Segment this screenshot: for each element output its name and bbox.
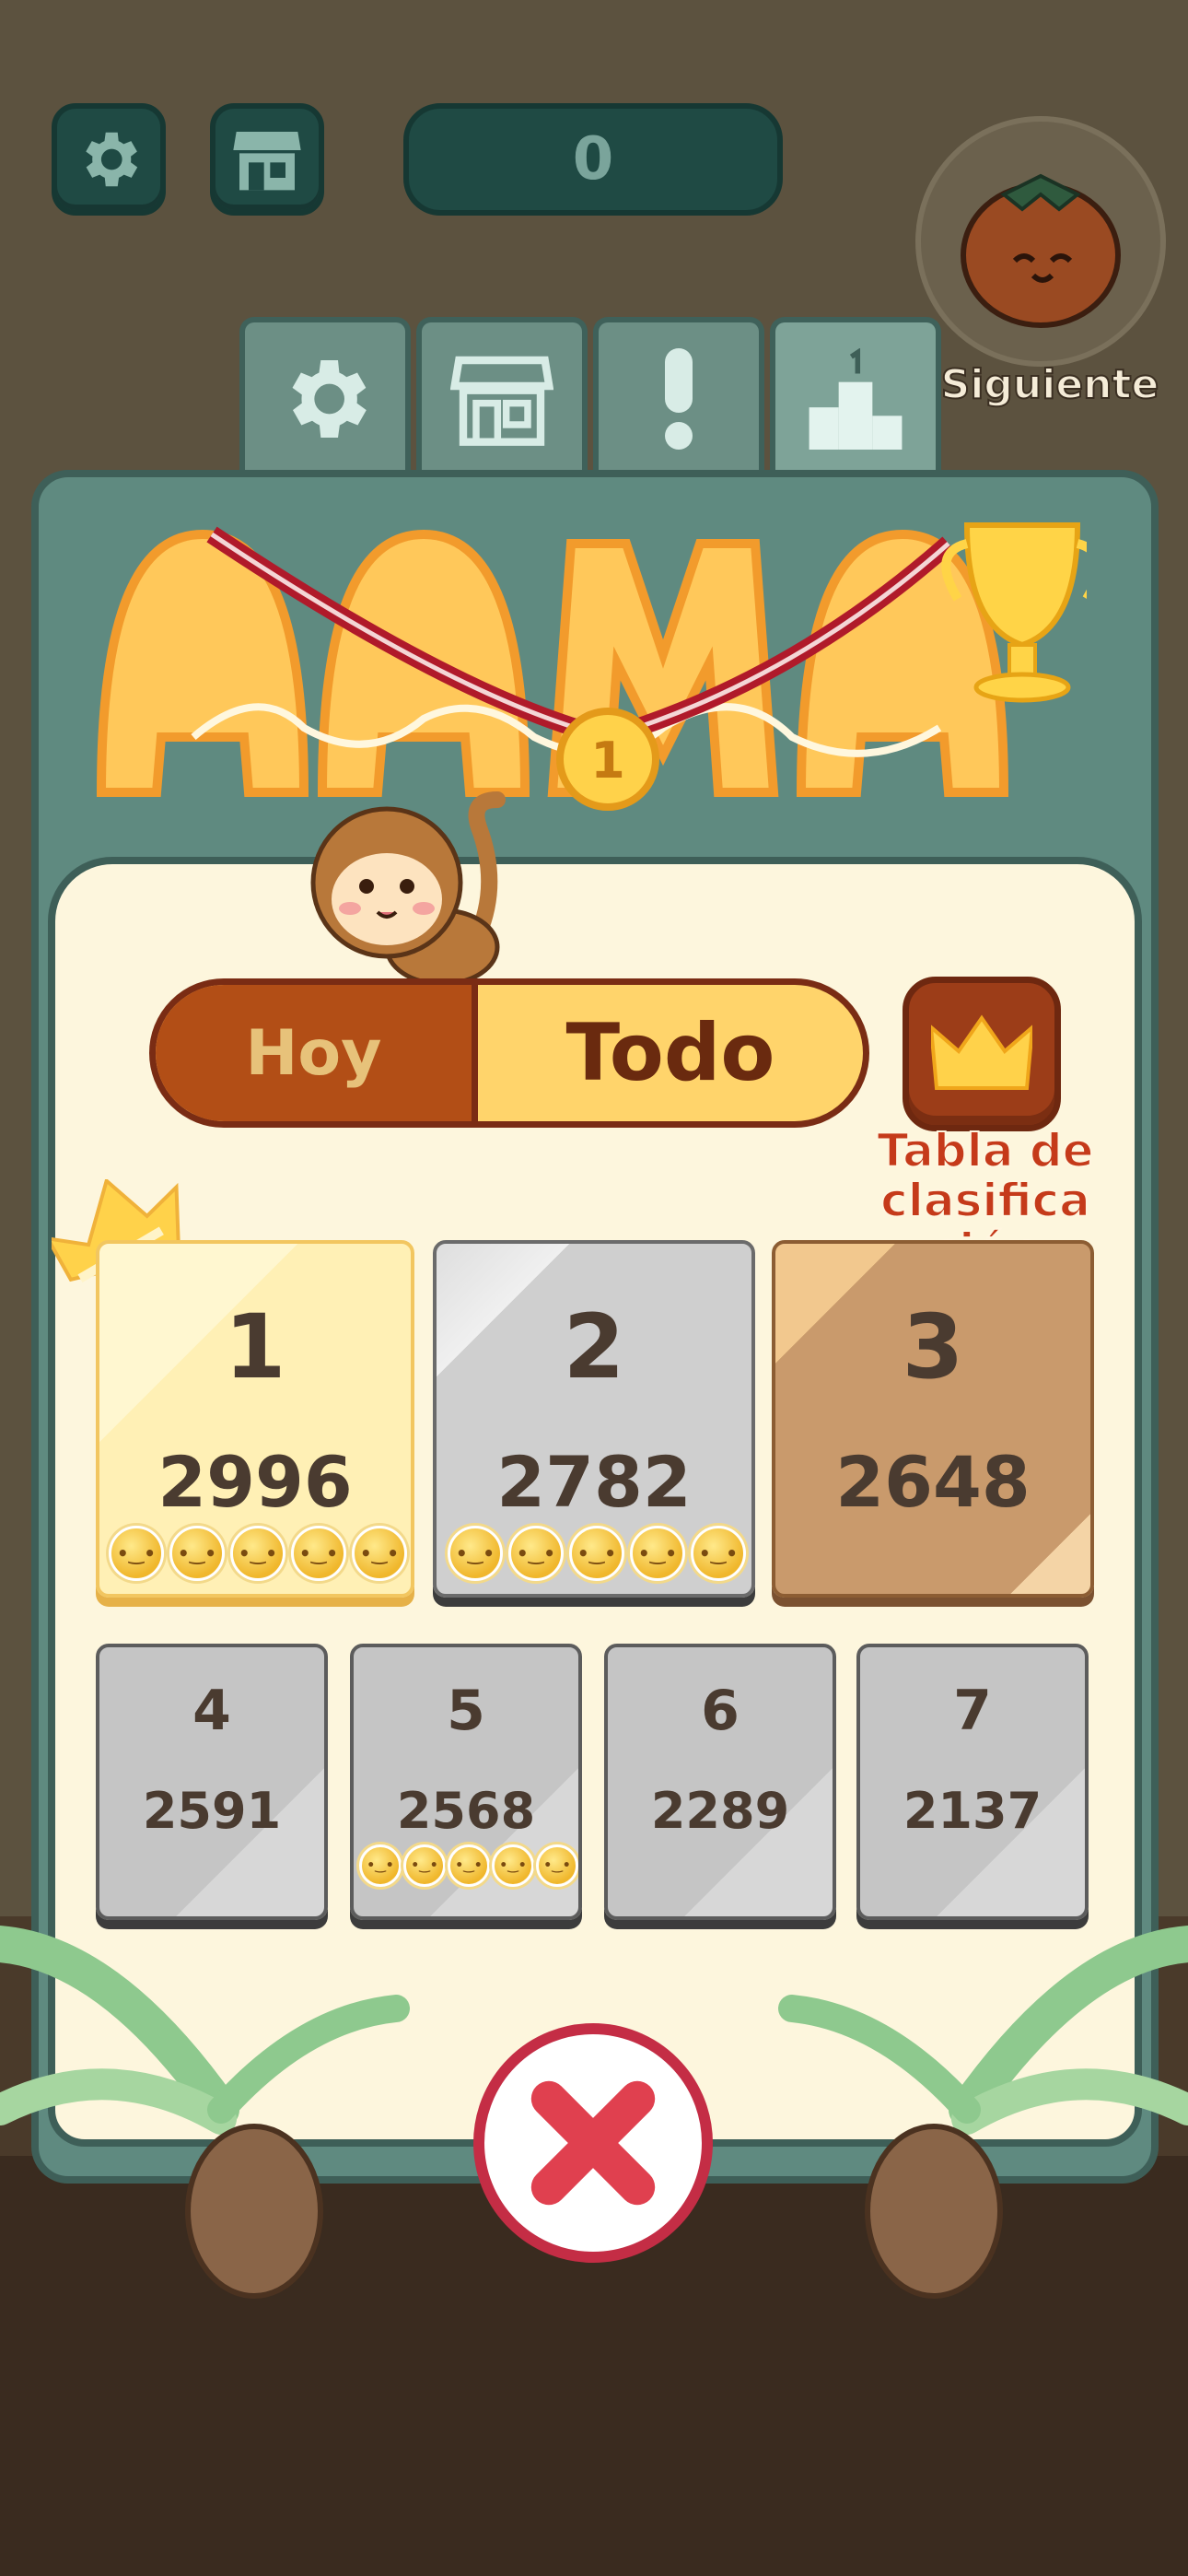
fruit-medal-icon: •‿• [569,1526,624,1581]
rank-score: 2137 [903,1782,1042,1840]
rank-score: 2568 [396,1782,536,1840]
rank-score: 2591 [142,1782,282,1840]
score-display: 0 [403,103,783,216]
next-fruit-preview [915,116,1166,367]
gear-icon [292,360,367,438]
podium-icon [809,348,903,450]
rank-number: 4 [192,1679,231,1743]
toggle-all[interactable]: Todo [478,985,863,1121]
tab-info[interactable] [593,317,764,475]
title-banner-art: 1 [96,522,1087,811]
rank-number: 3 [902,1295,964,1399]
fruit-medals: •‿• •‿• •‿• •‿• •‿• [359,1844,578,1887]
shop-icon [233,132,301,191]
fruit-medal-icon: •‿• [403,1844,446,1887]
rank-number: 5 [447,1679,485,1743]
exclamation-icon [665,348,693,450]
tab-settings[interactable] [239,317,411,475]
fruit-medals: •‿• •‿• •‿• •‿• •‿• [448,1526,746,1581]
rank-card-5: 5 2568 •‿• •‿• •‿• •‿• •‿• [350,1644,582,1920]
rank-score: 2289 [650,1782,790,1840]
rank-score: 2648 [835,1441,1031,1523]
fruit-medal-icon: •‿• [291,1526,346,1581]
shop-icon [450,356,553,446]
tab-leaderboard[interactable] [770,317,941,475]
fruit-medal-icon: •‿• [352,1526,407,1581]
shop-button[interactable] [210,103,324,216]
fruit-medal-icon: •‿• [359,1844,402,1887]
rank-score: 2782 [496,1441,692,1523]
fruit-medal-icon: •‿• [508,1526,564,1581]
left-coconut-plant [0,1926,410,2299]
rank-number: 2 [563,1295,625,1399]
fruit-medal-icon: •‿• [230,1526,285,1581]
rank-number: 6 [701,1679,740,1743]
rank-card-1: 1 2996 •‿• •‿• •‿• •‿• •‿• [96,1240,414,1598]
fruit-medal-icon: •‿• [691,1526,746,1581]
rank-card-3: 3 2648 [772,1240,1094,1598]
leaderboard-button[interactable] [903,977,1061,1131]
rank-score: 2996 [157,1441,353,1523]
fruit-medal-icon: •‿• [492,1844,534,1887]
right-coconut-plant [778,1926,1188,2299]
gear-icon [86,132,138,187]
rank-card-7: 7 2137 [856,1644,1089,1920]
settings-button[interactable] [52,103,166,216]
rank-number: 7 [953,1679,992,1743]
tab-shop[interactable] [416,317,588,475]
crown-icon [931,1014,1032,1090]
period-toggle: Hoy Todo [149,978,869,1128]
fruit-medal-icon: •‿• [536,1844,578,1887]
medal-rank: 1 [590,732,625,790]
rank-card-6: 6 2289 [604,1644,836,1920]
fruit-medal-icon: •‿• [169,1526,225,1581]
monkey-mascot [310,791,506,986]
rank-number: 1 [224,1295,286,1399]
close-button[interactable] [473,2023,713,2263]
persimmon-icon [961,173,1121,328]
rank-card-2: 2 2782 •‿• •‿• •‿• •‿• •‿• [433,1240,755,1598]
toggle-today[interactable]: Hoy [156,985,478,1121]
next-label: Siguiente [940,360,1160,409]
fruit-medal-icon: •‿• [109,1526,164,1581]
fruit-medal-icon: •‿• [630,1526,685,1581]
fruit-medal-icon: •‿• [448,1844,490,1887]
rank-card-4: 4 2591 [96,1644,328,1920]
fruit-medals: •‿• •‿• •‿• •‿• •‿• [109,1526,407,1581]
close-icon [530,2080,656,2206]
fruit-medal-icon: •‿• [448,1526,503,1581]
